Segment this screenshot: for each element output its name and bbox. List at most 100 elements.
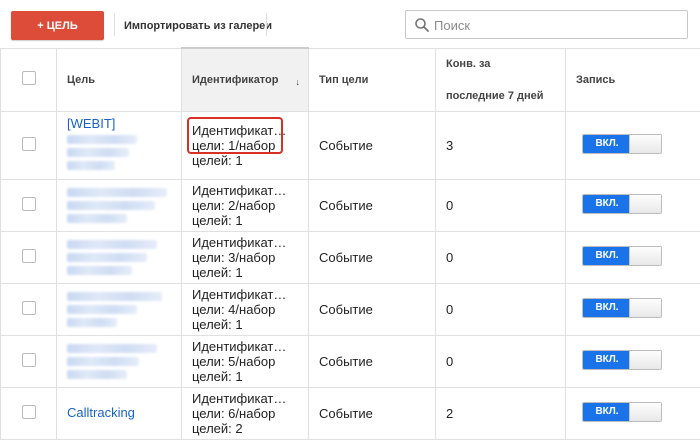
select-all-cell: [0, 47, 57, 112]
recording-cell: ВКЛ.: [565, 110, 700, 180]
goal-name-link[interactable]: Calltracking: [67, 405, 171, 420]
goal-cell: [56, 230, 182, 284]
toggle-knob: [629, 246, 661, 265]
goal-identifier: Идентификат… цели: 2/набор целей: 1: [192, 182, 287, 228]
goal-type-cell: Событие: [308, 110, 436, 180]
sort-arrow-icon: ↓: [295, 77, 301, 87]
redacted-goal-text: [67, 356, 139, 366]
conversions-cell: 0: [435, 282, 566, 336]
redacted-goal-text: [67, 135, 137, 144]
row-select-cell: [0, 230, 57, 284]
search-input[interactable]: [434, 14, 684, 36]
new-goal-button[interactable]: + ЦЕЛЬ: [11, 11, 104, 40]
recording-toggle[interactable]: ВКЛ.: [582, 297, 662, 318]
select-all-checkbox[interactable]: [21, 71, 36, 85]
redacted-goal-text: [67, 317, 117, 327]
header-recording[interactable]: Запись: [565, 47, 700, 112]
goal-type-cell: Событие: [308, 282, 436, 336]
recording-cell: ВКЛ.: [565, 178, 700, 232]
header-identifier-label: Идентификатор: [192, 73, 279, 86]
header-goal[interactable]: Цель: [56, 47, 182, 112]
conversions-count: 0: [446, 249, 454, 265]
toggle-on-label: ВКЛ.: [583, 134, 631, 153]
identifier-cell: Идентификат… цели: 2/набор целей: 1: [181, 178, 309, 232]
table-row[interactable]: Идентификат… цели: 5/набор целей: 1 Собы…: [0, 334, 700, 388]
row-checkbox[interactable]: [21, 404, 36, 419]
toolbar: + ЦЕЛЬ Импортировать из галереи: [0, 0, 700, 48]
recording-toggle[interactable]: ВКЛ.: [582, 133, 662, 154]
conversions-count: 2: [446, 405, 454, 421]
toolbar-divider: [266, 13, 267, 36]
identifier-cell: Идентификат… цели: 1/набор целей: 1: [181, 110, 309, 180]
conversions-cell: 0: [435, 230, 566, 284]
goal-identifier: Идентификат… цели: 3/набор целей: 1: [192, 234, 287, 280]
recording-toggle[interactable]: ВКЛ.: [582, 193, 662, 214]
row-checkbox[interactable]: [21, 352, 36, 367]
toggle-knob: [629, 298, 661, 317]
redacted-goal-text: [67, 239, 157, 249]
toolbar-divider: [114, 13, 115, 36]
redacted-goal-text: [67, 187, 167, 197]
header-goal-type[interactable]: Тип цели: [308, 47, 436, 112]
recording-toggle[interactable]: ВКЛ.: [582, 245, 662, 266]
conversions-cell: 2: [435, 386, 566, 440]
table-row[interactable]: [WEBIT] Идентификат… цели: 1/набор целей…: [0, 110, 700, 180]
toggle-on-label: ВКЛ.: [583, 350, 631, 369]
goal-identifier: Идентификат… цели: 5/набор целей: 1: [192, 338, 287, 384]
row-select-cell: [0, 386, 57, 440]
goal-cell: Calltracking: [56, 386, 182, 440]
redacted-goal-text: [67, 343, 157, 353]
redacted-goal-text: [67, 304, 137, 314]
table-row[interactable]: Идентификат… цели: 2/набор целей: 1 Собы…: [0, 178, 700, 232]
recording-toggle[interactable]: ВКЛ.: [582, 401, 662, 422]
import-from-gallery-button[interactable]: Импортировать из галереи: [124, 11, 272, 40]
recording-cell: ВКЛ.: [565, 386, 700, 440]
goal-type-cell: Событие: [308, 230, 436, 284]
recording-toggle[interactable]: ВКЛ.: [582, 349, 662, 370]
table-row[interactable]: Идентификат… цели: 3/набор целей: 1 Собы…: [0, 230, 700, 284]
row-checkbox[interactable]: [21, 136, 36, 151]
search-icon: [415, 18, 429, 32]
row-checkbox[interactable]: [21, 196, 36, 211]
goals-table: Цель Идентификатор ↓ Тип цели Конв. за п…: [0, 47, 700, 440]
toggle-on-label: ВКЛ.: [583, 402, 631, 421]
conversions-count: 0: [446, 353, 454, 369]
redacted-goal-text: [67, 213, 127, 223]
row-select-cell: [0, 334, 57, 388]
goal-type: Событие: [319, 137, 373, 153]
row-checkbox[interactable]: [21, 300, 36, 315]
conversions-count: 3: [446, 137, 454, 153]
table-row[interactable]: Идентификат… цели: 4/набор целей: 1 Собы…: [0, 282, 700, 336]
row-select-cell: [0, 282, 57, 336]
row-checkbox[interactable]: [21, 248, 36, 263]
redacted-goal-text: [67, 252, 147, 262]
goal-type: Событие: [319, 249, 373, 265]
recording-cell: ВКЛ.: [565, 230, 700, 284]
search-box[interactable]: [405, 10, 688, 39]
goal-identifier: Идентификат… цели: 4/набор целей: 1: [192, 286, 287, 332]
conversions-count: 0: [446, 301, 454, 317]
header-conversions[interactable]: Конв. за последние 7 дней: [435, 47, 566, 112]
redacted-goal-text: [67, 148, 129, 157]
row-select-cell: [0, 178, 57, 232]
recording-cell: ВКЛ.: [565, 282, 700, 336]
goal-cell: [56, 334, 182, 388]
goal-name-link[interactable]: [WEBIT]: [67, 116, 171, 131]
table-row[interactable]: Calltracking Идентификат… цели: 6/набор …: [0, 386, 700, 440]
toggle-knob: [629, 134, 661, 153]
conversions-count: 0: [446, 197, 454, 213]
goal-type: Событие: [319, 197, 373, 213]
toggle-on-label: ВКЛ.: [583, 194, 631, 213]
identifier-cell: Идентификат… цели: 3/набор целей: 1: [181, 230, 309, 284]
redacted-goal-text: [67, 369, 127, 379]
toggle-on-label: ВКЛ.: [583, 246, 631, 265]
goal-type: Событие: [319, 353, 373, 369]
header-identifier[interactable]: Идентификатор ↓: [181, 47, 309, 112]
redacted-goal-text: [67, 200, 155, 210]
row-select-cell: [0, 110, 57, 180]
identifier-cell: Идентификат… цели: 6/набор целей: 2: [181, 386, 309, 440]
goal-type-cell: Событие: [308, 334, 436, 388]
goal-cell: [56, 178, 182, 232]
goal-type-cell: Событие: [308, 386, 436, 440]
identifier-cell: Идентификат… цели: 4/набор целей: 1: [181, 282, 309, 336]
